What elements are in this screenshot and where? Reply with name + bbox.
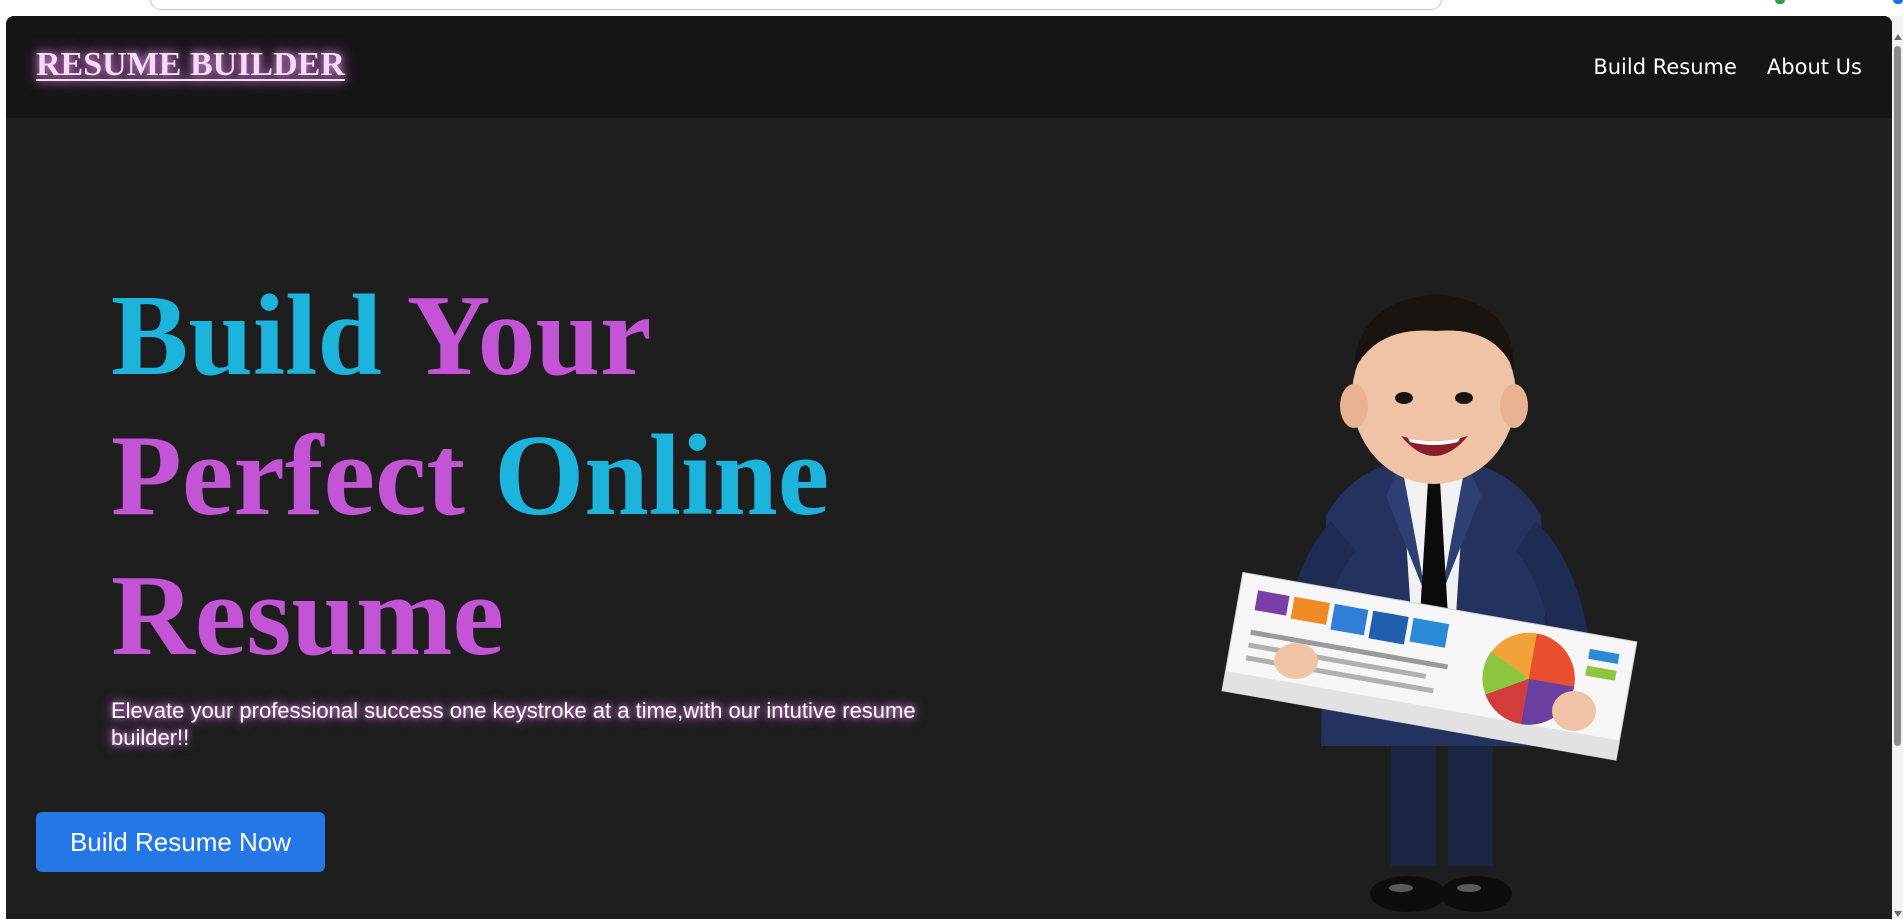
hero-title-word: Online: [494, 412, 830, 540]
nav-link-build-resume[interactable]: Build Resume: [1593, 55, 1737, 79]
baby-businessman-illustration: [1221, 294, 1638, 912]
hero-subtitle: Elevate your professional success one ke…: [111, 698, 916, 750]
navbar: RESUME BUILDER Build Resume About Us: [6, 16, 1892, 118]
brand-logo[interactable]: RESUME BUILDER: [36, 46, 345, 84]
profile-icon[interactable]: [1893, 0, 1903, 4]
build-resume-now-button[interactable]: Build Resume Now: [36, 812, 325, 872]
nav-links: Build Resume About Us: [1593, 16, 1862, 118]
web-page: RESUME BUILDER Build Resume About Us Bui…: [6, 16, 1892, 919]
scrollbar-thumb[interactable]: [1894, 46, 1901, 746]
nav-link-about-us[interactable]: About Us: [1767, 55, 1862, 79]
scroll-down-arrow-icon[interactable]: [1894, 911, 1902, 917]
extension-icon[interactable]: [1775, 0, 1785, 4]
hero-title-word: Perfect: [111, 412, 466, 540]
hero-title-word: Your: [406, 272, 652, 400]
hero-title: Build Your Perfect Online Resume: [111, 266, 971, 686]
scroll-up-arrow-icon[interactable]: [1894, 34, 1902, 40]
vertical-scrollbar[interactable]: [1892, 16, 1903, 919]
window-bottom-edge: [0, 919, 1903, 924]
hero-title-word: Resume: [111, 552, 505, 680]
hero-title-word: Build: [111, 272, 382, 400]
address-bar[interactable]: [150, 0, 1442, 10]
browser-toolbar-edge: [0, 0, 1903, 16]
